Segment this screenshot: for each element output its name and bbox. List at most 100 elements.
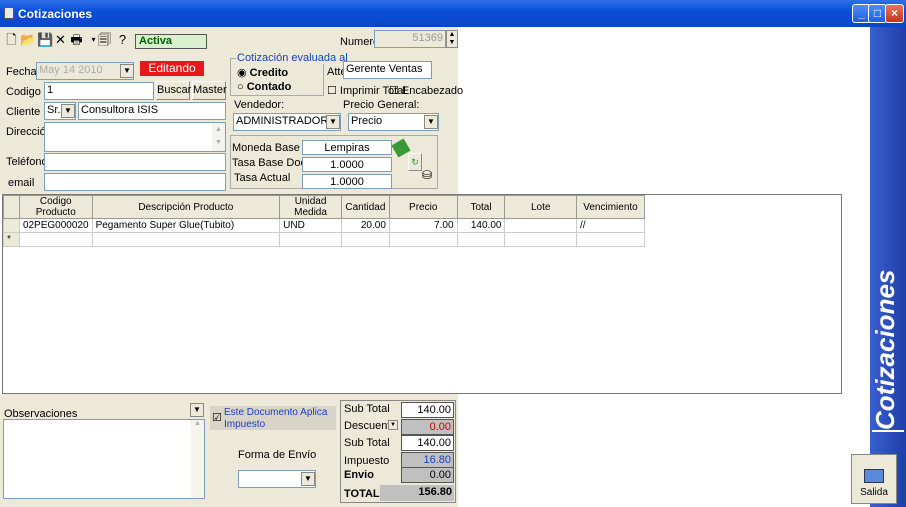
table-cell[interactable]: 7.00	[388, 218, 458, 233]
column-header[interactable]: Descripción Producto	[91, 195, 281, 219]
exit-icon	[864, 469, 884, 483]
observaciones-scrollbar[interactable]: ▲	[191, 420, 204, 498]
observaciones-input[interactable]	[3, 419, 205, 499]
tasa-base-label: Tasa Base Doc	[232, 157, 306, 169]
products-grid[interactable]: Codigo Producto Descripción Producto Unida…	[2, 194, 842, 394]
status-badge: Activa	[135, 34, 207, 49]
table-cell[interactable]	[504, 218, 577, 233]
delete-icon[interactable]: ✕	[54, 32, 67, 48]
direccion-scrollbar[interactable]: ▲ ▼	[212, 123, 225, 151]
numero-field[interactable]: 51369	[374, 30, 446, 48]
subtotal-label: Sub Total	[344, 403, 390, 415]
sidebar-title: Cotizaciones	[870, 269, 900, 430]
email-label: email	[8, 177, 35, 189]
table-cell[interactable]: //	[576, 218, 645, 233]
open-icon[interactable]: 📂	[20, 32, 36, 48]
table-cell[interactable]	[504, 232, 577, 247]
impuesto-check-icon: ☑	[212, 412, 222, 424]
title-bar[interactable]: Cotizaciones _ □ ×	[0, 0, 906, 27]
email-input[interactable]	[44, 173, 226, 191]
encabezado-checkbox[interactable]: ☐ Encabezado	[389, 84, 463, 97]
telefono-input[interactable]	[44, 153, 226, 171]
window-title: Cotizaciones	[18, 7, 93, 21]
atte-input[interactable]: Gerente Ventas	[343, 61, 432, 79]
subtotal2-value: 140.00	[401, 435, 454, 451]
table-cell[interactable]	[18, 232, 93, 247]
column-header[interactable]: Precio	[388, 195, 458, 219]
new-row[interactable]: *	[3, 232, 645, 247]
fecha-dropdown-icon[interactable]: ▼	[120, 64, 134, 78]
moneda-base-field[interactable]: Lempiras	[302, 140, 392, 155]
table-row[interactable]: 02PEG000020 Pegamento Super Glue(Tubito) U…	[3, 218, 645, 233]
vendedor-dropdown-icon[interactable]: ▼	[326, 115, 340, 129]
new-row-marker: *	[3, 232, 20, 247]
forma-envio-label: Forma de Envío	[238, 449, 317, 461]
sidebar	[870, 27, 906, 507]
table-cell[interactable]: Pegamento Super Glue(Tubito)	[91, 218, 281, 233]
telefono-label: Teléfono	[6, 156, 48, 168]
observaciones-dropdown-icon[interactable]: ▼	[190, 403, 204, 417]
table-cell[interactable]	[279, 232, 342, 247]
encabezado-label: Encabezado	[401, 85, 464, 97]
envio-value[interactable]: 0.00	[401, 467, 454, 483]
column-header[interactable]: Vencimiento	[576, 195, 645, 219]
table-cell[interactable]	[576, 232, 645, 247]
total-value: 156.80	[380, 485, 454, 501]
credito-label: Credito	[249, 67, 289, 79]
descuento-value[interactable]: 0.00	[401, 419, 454, 435]
precio-general-dropdown-icon[interactable]: ▼	[424, 115, 438, 129]
column-header[interactable]: Lote	[504, 195, 577, 219]
close-button[interactable]: ×	[885, 4, 904, 23]
table-cell[interactable]	[456, 232, 506, 247]
codigo-input[interactable]: 1	[44, 82, 154, 100]
precio-general-label: Precio General:	[343, 99, 420, 111]
cliente-title-dropdown-icon[interactable]: ▼	[61, 104, 75, 118]
column-header[interactable]: Total	[456, 195, 506, 219]
save-icon[interactable]: 💾	[37, 32, 53, 48]
table-cell[interactable]: 140.00	[456, 218, 506, 233]
fecha-label: Fecha	[6, 66, 37, 78]
new-icon[interactable]: 🗋	[5, 32, 18, 48]
refresh-rate-icon[interactable]: ↻	[408, 153, 422, 171]
table-cell[interactable]	[91, 232, 281, 247]
table-cell[interactable]: 02PEG000020	[18, 218, 93, 233]
table-cell[interactable]	[340, 232, 390, 247]
table-cell[interactable]: 20.00	[340, 218, 390, 233]
direccion-input[interactable]	[44, 122, 226, 152]
master-button[interactable]: Master	[192, 81, 227, 100]
editing-badge: Editando	[140, 61, 204, 76]
coins-icon[interactable]: ⛁	[422, 168, 436, 186]
print-icon[interactable]: 🖶	[70, 32, 83, 48]
column-header[interactable]: Cantidad	[340, 195, 390, 219]
column-header[interactable]: Codigo Producto	[18, 195, 93, 219]
forma-envio-dropdown-icon[interactable]: ▼	[301, 472, 315, 486]
app-icon	[4, 7, 14, 19]
cliente-label: Cliente	[6, 106, 41, 118]
buscar-button[interactable]: Buscar	[156, 81, 191, 100]
help-icon[interactable]: ?	[116, 32, 129, 48]
properties-icon[interactable]: 🗐	[98, 32, 111, 48]
descuento-dropdown-icon[interactable]: ▼	[388, 420, 398, 430]
vendedor-select[interactable]: ADMINISTRADOR	[233, 113, 341, 131]
numero-spinner[interactable]: ▲ ▼	[446, 30, 458, 48]
credito-radio[interactable]: ◉ Credito	[237, 66, 288, 79]
contado-radio[interactable]: ○ Contado	[237, 81, 291, 93]
exit-button[interactable]: Salida	[851, 454, 897, 504]
column-header[interactable]: Unidad Medida	[279, 195, 342, 219]
table-cell[interactable]: UND	[279, 218, 342, 233]
contado-label: Contado	[246, 81, 292, 93]
tasa-actual-label: Tasa Actual	[234, 172, 291, 184]
total-label: TOTAL	[344, 488, 380, 500]
vendedor-label: Vendedor:	[234, 99, 285, 111]
grid-corner	[3, 195, 20, 219]
tasa-base-field[interactable]: 1.0000	[302, 157, 392, 172]
row-selector[interactable]	[3, 218, 20, 233]
impuesto-total-label: Impuesto	[344, 455, 390, 467]
impuesto-checkbox-label: Este Documento Aplica Impuesto	[224, 407, 328, 430]
tasa-actual-field[interactable]: 1.0000	[302, 174, 392, 189]
impuesto-value: 16.80	[401, 452, 454, 468]
subtotal2-label: Sub Total	[344, 437, 390, 449]
evaluada-legend: Cotización evaluada al	[236, 52, 349, 64]
table-cell[interactable]	[388, 232, 458, 247]
cliente-input[interactable]: Consultora ISIS	[78, 102, 226, 120]
